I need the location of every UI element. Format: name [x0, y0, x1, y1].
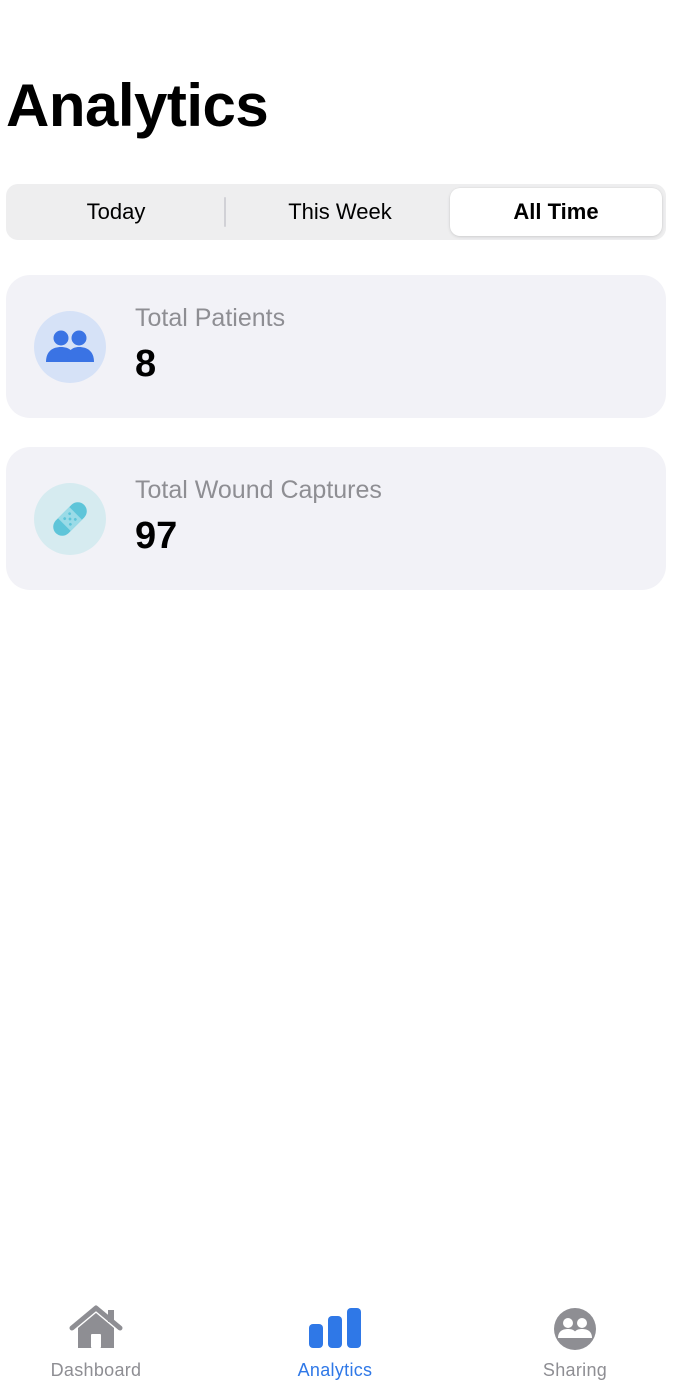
tab-dashboard[interactable]: Dashboard [21, 1304, 171, 1390]
people-icon [34, 311, 106, 383]
total-patients-label: Total Patients [135, 304, 286, 332]
people-circle-icon [554, 1308, 596, 1350]
tab-analytics[interactable]: Analytics [260, 1304, 410, 1390]
bar-chart-icon [309, 1308, 361, 1348]
tab-bar: Dashboard Analytics Sharing [0, 1290, 674, 1396]
total-patients-value: 8 [135, 343, 157, 385]
tab-analytics-label: Analytics [297, 1360, 373, 1380]
tab-sharing-label: Sharing [542, 1360, 608, 1380]
total-wound-captures-card: Total Wound Captures 97 [6, 447, 666, 590]
segment-all-time[interactable]: All Time [450, 188, 662, 236]
segment-today[interactable]: Today [10, 188, 222, 236]
tab-sharing[interactable]: Sharing [500, 1304, 650, 1390]
segment-this-week[interactable]: This Week [232, 188, 448, 236]
segment-divider [224, 197, 226, 227]
total-wound-captures-value: 97 [135, 515, 178, 557]
time-range-segmented-control: Today This Week All Time [6, 184, 666, 240]
total-wound-captures-label: Total Wound Captures [135, 476, 382, 504]
total-patients-card: Total Patients 8 [6, 275, 666, 418]
tab-dashboard-label: Dashboard [50, 1360, 142, 1380]
page-title: Analytics [6, 72, 269, 139]
bandage-icon [34, 483, 106, 555]
house-icon [69, 1305, 123, 1348]
